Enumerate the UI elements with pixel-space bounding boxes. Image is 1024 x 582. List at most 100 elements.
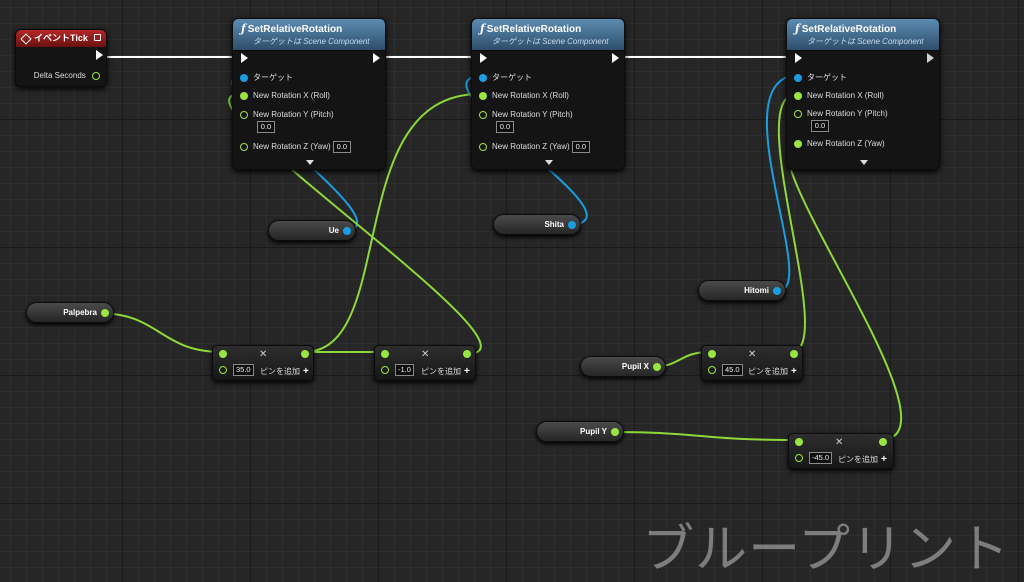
input-a-pin[interactable] bbox=[381, 350, 389, 358]
variable-shita[interactable]: Shita bbox=[493, 214, 581, 235]
f-function-icon: ƒ bbox=[480, 22, 485, 35]
rotation-z-label: New Rotation Z (Yaw) bbox=[807, 139, 885, 148]
target-label: ターゲット bbox=[807, 73, 847, 82]
delta-seconds-pin-row: Delta Seconds bbox=[34, 71, 100, 80]
multiplier-value[interactable]: 45.0 bbox=[722, 364, 743, 376]
input-b-pin[interactable] bbox=[219, 366, 227, 374]
rotation-z-value[interactable]: 0.0 bbox=[571, 141, 590, 153]
input-a-pin[interactable] bbox=[219, 350, 227, 358]
event-tick-title: イベントTick bbox=[34, 33, 88, 43]
function-header: ƒ SetRelativeRotation ターゲットは Scene Compon… bbox=[472, 19, 624, 51]
rotation-z-pin[interactable] bbox=[794, 139, 802, 148]
variable-hitomi-pin[interactable] bbox=[773, 287, 781, 295]
variable-pupil-y-pin[interactable] bbox=[611, 428, 619, 436]
output-pin[interactable] bbox=[463, 350, 471, 358]
rotation-z-pin[interactable] bbox=[479, 142, 487, 151]
rotation-x-pin[interactable] bbox=[240, 91, 248, 100]
rotation-y-value[interactable]: 0.0 bbox=[257, 121, 275, 133]
delta-seconds-pin[interactable] bbox=[92, 71, 100, 80]
input-a-pin[interactable] bbox=[708, 350, 716, 358]
rotation-z-value[interactable]: 0.0 bbox=[332, 141, 351, 153]
output-pin[interactable] bbox=[879, 438, 887, 446]
multiplier-value[interactable]: 35.0 bbox=[233, 364, 254, 376]
rotation-y-value[interactable]: 0.0 bbox=[811, 120, 829, 132]
target-label: ターゲット bbox=[253, 73, 293, 82]
rotation-x-pin[interactable] bbox=[794, 91, 802, 100]
add-pin-button[interactable]: ピンを追加 + bbox=[421, 366, 470, 377]
rotation-y-label: New Rotation Y (Pitch) bbox=[253, 110, 334, 119]
rotation-y-pin[interactable] bbox=[794, 109, 802, 118]
function-subtitle: ターゲットは Scene Component bbox=[253, 37, 370, 46]
function-title: SetRelativeRotation bbox=[801, 24, 897, 35]
rotation-x-pin[interactable] bbox=[479, 91, 487, 100]
variable-pupil-x-label: Pupil X bbox=[621, 362, 649, 371]
add-pin-button[interactable]: ピンを追加 + bbox=[748, 366, 797, 377]
input-b-pin[interactable] bbox=[708, 366, 716, 374]
variable-hitomi[interactable]: Hitomi bbox=[698, 280, 786, 301]
event-tick-node[interactable]: イベントTick Delta Seconds bbox=[15, 29, 107, 87]
function-header: ƒ SetRelativeRotation ターゲットは Scene Compon… bbox=[233, 19, 385, 51]
exec-out-pin[interactable] bbox=[373, 53, 380, 63]
multiply-node-1[interactable]: ✕ 35.0 ピンを追加 + bbox=[212, 345, 314, 381]
expand-arrow-icon[interactable] bbox=[545, 160, 553, 165]
add-pin-label: ピンを追加 bbox=[421, 367, 461, 376]
add-pin-label: ピンを追加 bbox=[748, 367, 788, 376]
exec-out-pin[interactable] bbox=[927, 53, 934, 63]
multiplier-value[interactable]: -45.0 bbox=[809, 452, 833, 464]
rotation-x-label: New Rotation X (Roll) bbox=[253, 91, 330, 100]
rotation-y-value[interactable]: 0.0 bbox=[496, 121, 514, 133]
variable-pupil-y-label: Pupil Y bbox=[580, 427, 607, 436]
target-pin[interactable] bbox=[794, 73, 802, 82]
input-b-pin[interactable] bbox=[795, 454, 803, 462]
variable-hitomi-label: Hitomi bbox=[744, 286, 769, 295]
target-pin[interactable] bbox=[479, 73, 487, 82]
set-relative-rotation-node-1[interactable]: ƒ SetRelativeRotation ターゲットは Scene Compon… bbox=[232, 18, 386, 170]
multiply-node-4[interactable]: ✕ -45.0 ピンを追加 + bbox=[788, 433, 894, 469]
add-pin-button[interactable]: ピンを追加 + bbox=[260, 366, 309, 377]
function-subtitle: ターゲットは Scene Component bbox=[807, 37, 924, 46]
input-b-pin[interactable] bbox=[381, 366, 389, 374]
plus-icon: + bbox=[881, 454, 887, 465]
delta-seconds-label: Delta Seconds bbox=[33, 71, 86, 80]
rotation-z-pin[interactable] bbox=[240, 142, 248, 151]
input-a-pin[interactable] bbox=[795, 438, 803, 446]
target-label: ターゲット bbox=[492, 73, 532, 82]
rotation-y-pin[interactable] bbox=[240, 110, 248, 119]
set-relative-rotation-node-3[interactable]: ƒ SetRelativeRotation ターゲットは Scene Compon… bbox=[786, 18, 940, 170]
f-function-icon: ƒ bbox=[795, 22, 800, 35]
exec-in-pin[interactable] bbox=[795, 53, 802, 63]
exec-out-pin[interactable] bbox=[612, 53, 619, 63]
add-pin-label: ピンを追加 bbox=[260, 367, 300, 376]
multiply-node-2[interactable]: ✕ -1.0 ピンを追加 + bbox=[374, 345, 476, 381]
set-relative-rotation-node-2[interactable]: ƒ SetRelativeRotation ターゲットは Scene Compon… bbox=[471, 18, 625, 170]
float-wire bbox=[97, 312, 223, 353]
expand-arrow-icon[interactable] bbox=[860, 160, 868, 165]
rotation-y-label: New Rotation Y (Pitch) bbox=[492, 110, 573, 119]
multiply-node-3[interactable]: ✕ 45.0 ピンを追加 + bbox=[701, 345, 803, 381]
output-pin[interactable] bbox=[301, 350, 309, 358]
multiplier-value[interactable]: -1.0 bbox=[395, 364, 414, 376]
function-title: SetRelativeRotation bbox=[247, 24, 343, 35]
rotation-z-label: New Rotation Z (Yaw) bbox=[492, 142, 570, 151]
variable-ue-label: Ue bbox=[328, 226, 339, 235]
variable-pupil-y[interactable]: Pupil Y bbox=[536, 421, 624, 442]
plus-icon: + bbox=[303, 366, 309, 377]
target-pin[interactable] bbox=[240, 73, 248, 82]
variable-pupil-x[interactable]: Pupil X bbox=[580, 356, 666, 377]
variable-palpebra[interactable]: Palpebra bbox=[26, 302, 114, 323]
output-pin[interactable] bbox=[790, 350, 798, 358]
add-pin-button[interactable]: ピンを追加 + bbox=[838, 454, 887, 465]
add-pin-label: ピンを追加 bbox=[838, 455, 878, 464]
stop-icon bbox=[94, 34, 101, 41]
variable-ue-pin[interactable] bbox=[343, 227, 351, 235]
exec-in-pin[interactable] bbox=[241, 53, 248, 63]
variable-shita-pin[interactable] bbox=[568, 221, 576, 229]
rotation-y-pin[interactable] bbox=[479, 110, 487, 119]
variable-palpebra-pin[interactable] bbox=[101, 309, 109, 317]
function-header: ƒ SetRelativeRotation ターゲットは Scene Compon… bbox=[787, 19, 939, 51]
expand-arrow-icon[interactable] bbox=[306, 160, 314, 165]
variable-pupil-x-pin[interactable] bbox=[653, 363, 661, 371]
exec-in-pin[interactable] bbox=[480, 53, 487, 63]
exec-out-pin[interactable] bbox=[96, 50, 103, 60]
variable-ue[interactable]: Ue bbox=[268, 220, 356, 241]
